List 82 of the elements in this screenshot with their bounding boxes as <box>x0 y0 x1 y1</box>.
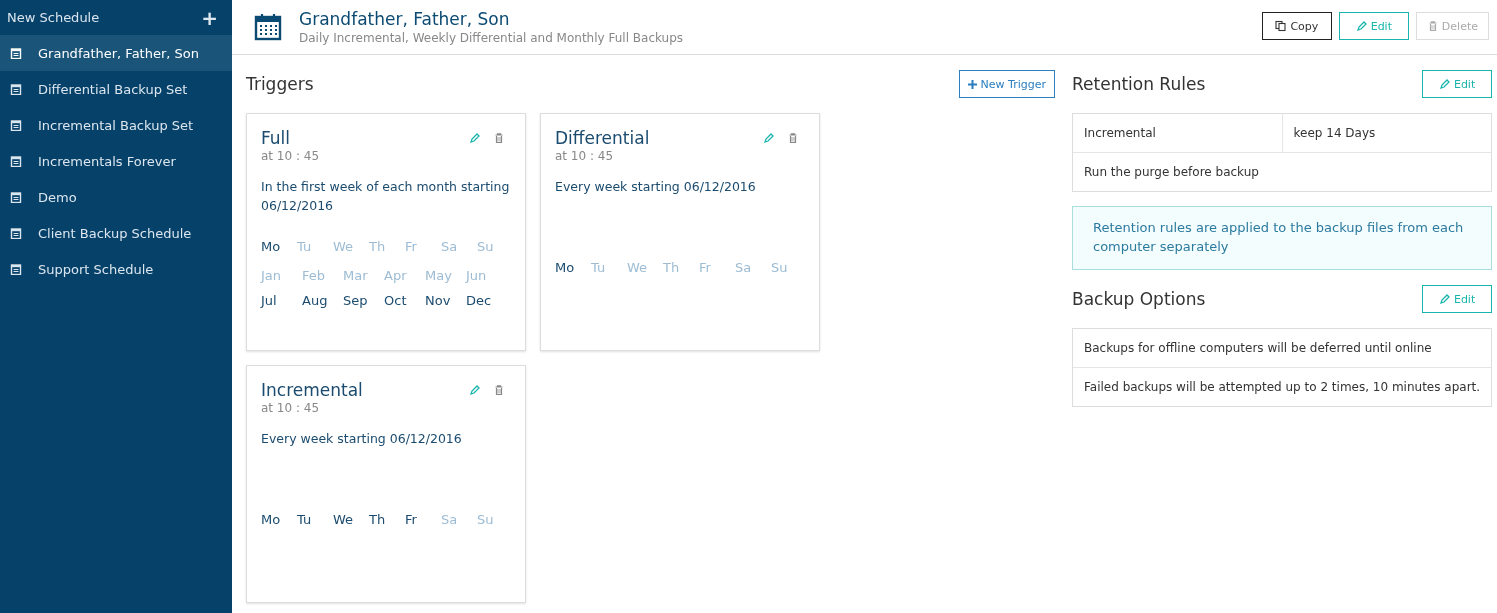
weekday-label: Tu <box>297 512 313 527</box>
table-cell: keep 14 Days <box>1281 114 1492 152</box>
table-cell-text: Run the purge before backup <box>1083 164 1260 181</box>
weekday-label: Th <box>663 260 681 275</box>
pencil-icon <box>1438 293 1450 305</box>
weekday-label: We <box>627 260 649 275</box>
calendar-icon <box>10 155 22 167</box>
month-label: Oct <box>384 293 408 308</box>
weekday-label: Fr <box>405 239 418 254</box>
weekday-label: Fr <box>405 512 418 527</box>
plus-icon <box>967 79 977 89</box>
weekday-label: Su <box>771 260 789 275</box>
trigger-description: Every week starting 06/12/2016 <box>555 178 757 196</box>
schedule-title: Grandfather, Father, Son <box>299 9 511 29</box>
trash-icon[interactable] <box>493 132 505 144</box>
weekday-label: Fr <box>699 260 712 275</box>
new-trigger-button[interactable]: New Trigger <box>958 70 1055 98</box>
calendar-icon <box>10 83 22 95</box>
calendar-icon <box>10 227 22 239</box>
month-label: Apr <box>384 268 408 283</box>
weekday-label: We <box>333 512 355 527</box>
calendar-icon <box>10 47 22 59</box>
pencil-icon <box>1355 20 1367 32</box>
sidebar-item[interactable]: Incrementals Forever <box>0 143 232 179</box>
calendar-icon <box>10 191 22 203</box>
sidebar-item[interactable]: Differential Backup Set <box>0 71 232 107</box>
sidebar-item[interactable]: Support Schedule <box>0 251 232 287</box>
weekday-label: Sa <box>441 512 459 527</box>
trigger-name: Differential <box>555 128 650 148</box>
weekday-label: Su <box>477 239 495 254</box>
pencil-icon[interactable] <box>469 132 481 144</box>
pencil-icon <box>1438 78 1450 90</box>
section-title: Backup Options <box>1072 289 1206 309</box>
table-cell-text: Failed backups will be attempted up to 2 times, 10 minutes apart. <box>1083 379 1482 396</box>
calendar-icon <box>10 119 22 131</box>
pencil-icon[interactable] <box>763 132 775 144</box>
weekday-label: Th <box>369 512 387 527</box>
trigger-description: In the first week of each month starting 06/12/2016 <box>261 178 511 215</box>
pencil-icon[interactable] <box>469 384 481 396</box>
month-label: Jul <box>261 293 278 308</box>
trigger-time: at 10 : 45 <box>261 149 320 163</box>
month-label: Mar <box>343 268 369 283</box>
sidebar-item[interactable]: Grandfather, Father, Son <box>0 35 232 71</box>
trash-icon[interactable] <box>493 384 505 396</box>
weekday-label: Tu <box>591 260 607 275</box>
weekday-label: Sa <box>735 260 753 275</box>
trash-icon[interactable] <box>787 132 799 144</box>
section-title: Retention Rules <box>1072 74 1206 94</box>
sidebar-item[interactable]: Incremental Backup Set <box>0 107 232 143</box>
month-label: Dec <box>466 293 493 308</box>
month-label: Jun <box>466 268 488 283</box>
month-label: Sep <box>343 293 369 308</box>
new-schedule-button[interactable]: New Schedule + <box>0 0 232 35</box>
trigger-name: Full <box>261 128 292 148</box>
month-label: May <box>425 268 453 283</box>
month-label: Jan <box>261 268 283 283</box>
month-label: Aug <box>302 293 329 308</box>
trigger-time: at 10 : 45 <box>555 149 615 163</box>
weekday-label: Su <box>477 512 495 527</box>
copy-icon <box>1275 20 1287 32</box>
weekday-label: Tu <box>297 239 313 254</box>
sidebar-item[interactable]: Client Backup Schedule <box>0 215 232 251</box>
calendar-icon <box>10 263 22 275</box>
trigger-time: at 10 : 45 <box>261 401 321 415</box>
trigger-description: Every week starting 06/12/2016 <box>261 430 463 448</box>
table-cell-text: Incremental <box>1083 125 1157 142</box>
month-label: Feb <box>302 268 327 283</box>
schedule-subtitle: Daily Incremental, Weekly Differential and Monthly Full Backups <box>299 31 685 45</box>
weekday-label: Mo <box>261 239 282 254</box>
trigger-name: Incremental <box>261 380 363 400</box>
calendar-icon <box>254 13 282 41</box>
weekday-label: We <box>333 239 355 254</box>
month-label: Nov <box>425 293 452 308</box>
copy-button[interactable]: Copy <box>1261 12 1332 40</box>
weekday-label: Mo <box>261 512 282 527</box>
info-note: Retention rules are applied to the backup files from each computer separately <box>1072 206 1493 270</box>
weekday-label: Sa <box>441 239 459 254</box>
sidebar-item[interactable]: Demo <box>0 179 232 215</box>
table-cell-text: Backups for offline computers will be deferred until online <box>1083 340 1433 357</box>
section-title: Triggers <box>246 74 314 94</box>
weekday-label: Th <box>369 239 387 254</box>
weekday-label: Mo <box>555 260 576 275</box>
